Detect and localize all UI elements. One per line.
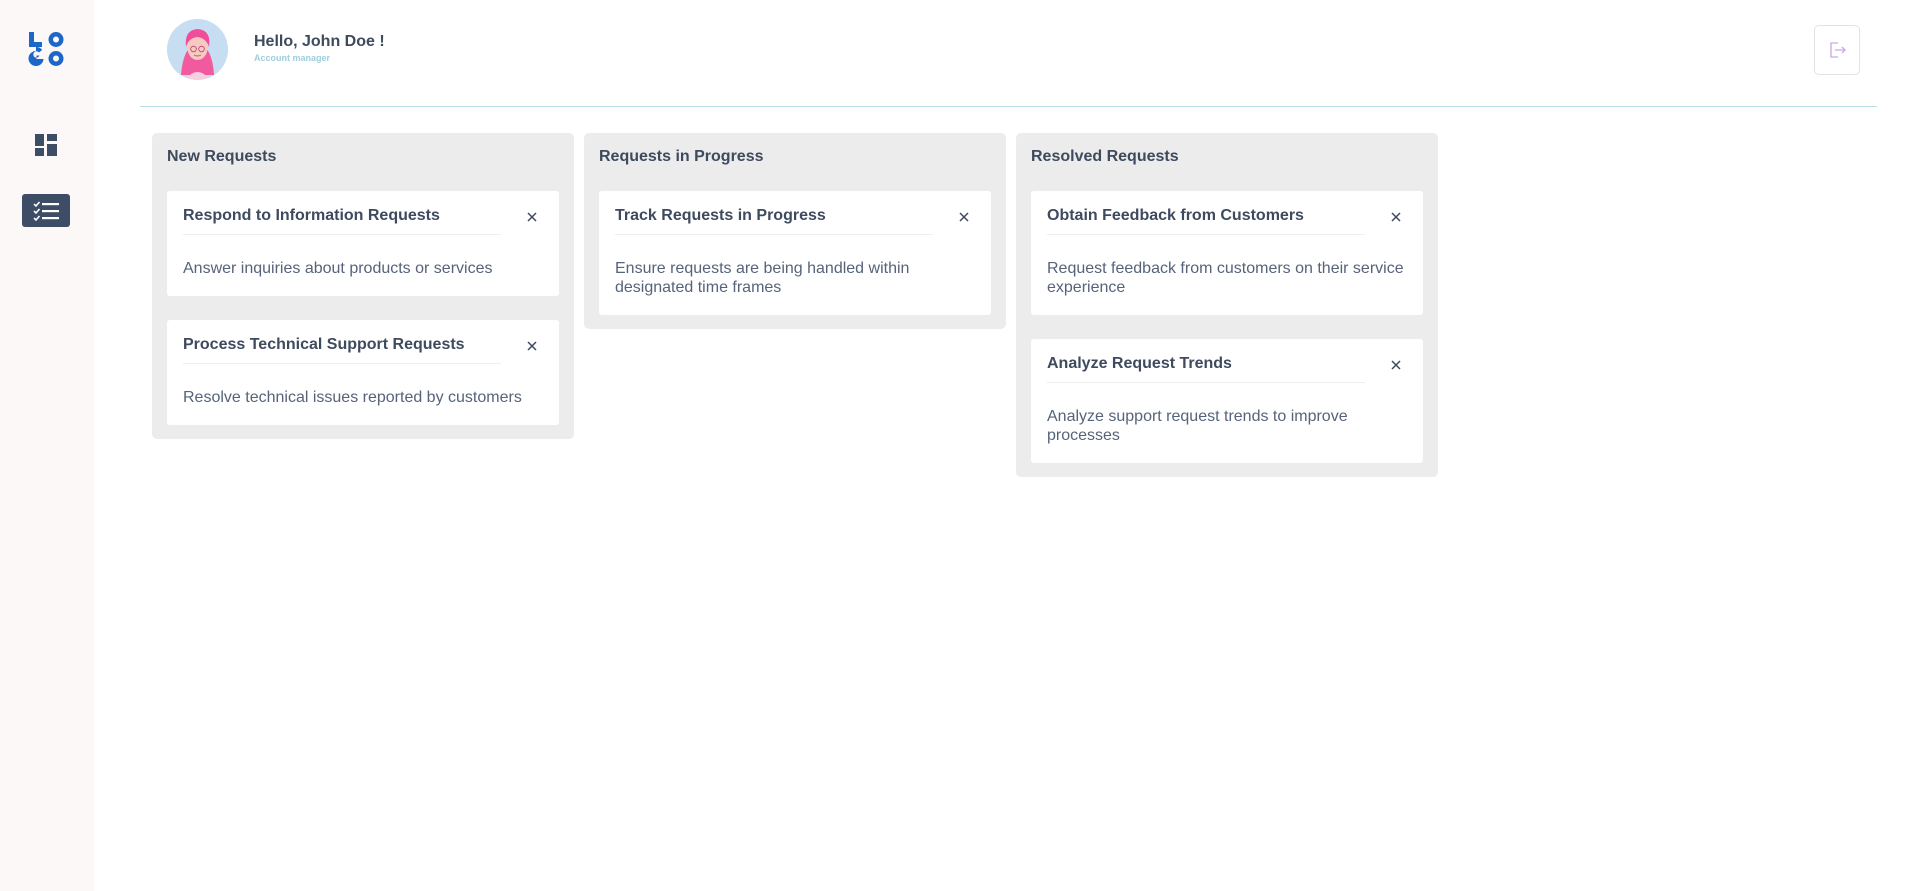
header: Hello, John Doe ! Account manager [140, 0, 1877, 107]
column-requests-in-progress: Requests in Progress Track Requests in P… [584, 133, 1006, 329]
user-role: Account manager [254, 53, 331, 63]
card-description: Ensure requests are being handled within… [615, 260, 910, 296]
card-title: Analyze Request Trends [1047, 355, 1365, 383]
avatar[interactable] [167, 19, 228, 80]
logout-button[interactable] [1814, 25, 1860, 75]
checklist-icon [33, 200, 59, 221]
nav-item-requests[interactable] [22, 194, 70, 227]
card-description: Resolve technical issues reported by cus… [183, 389, 522, 406]
column-title: Resolved Requests [1031, 148, 1179, 165]
sidebar [0, 0, 94, 891]
logout-icon [1830, 42, 1846, 58]
card-description: Request feedback from customers on their… [1047, 260, 1404, 296]
card-title: Process Technical Support Requests [183, 336, 501, 364]
request-card[interactable]: Process Technical Support Requests Resol… [167, 320, 559, 425]
close-icon[interactable] [525, 339, 539, 353]
card-description: Analyze support request trends to improv… [1047, 408, 1348, 444]
column-title: Requests in Progress [599, 148, 764, 165]
card-title: Track Requests in Progress [615, 207, 933, 235]
user-avatar-illustration [167, 19, 228, 80]
dashboard-icon[interactable] [35, 134, 57, 156]
request-card[interactable]: Respond to Information Requests Answer i… [167, 191, 559, 296]
column-new-requests: New Requests Respond to Information Requ… [152, 133, 574, 439]
column-resolved-requests: Resolved Requests Obtain Feedback from C… [1016, 133, 1438, 477]
card-title: Respond to Information Requests [183, 207, 501, 235]
close-icon[interactable] [1389, 210, 1403, 224]
column-title: New Requests [167, 148, 277, 165]
request-card[interactable]: Track Requests in Progress Ensure reques… [599, 191, 991, 315]
close-icon[interactable] [957, 210, 971, 224]
close-icon[interactable] [525, 210, 539, 224]
logo[interactable] [26, 30, 66, 68]
card-title: Obtain Feedback from Customers [1047, 207, 1365, 235]
close-icon[interactable] [1389, 358, 1403, 372]
greeting: Hello, John Doe ! [254, 33, 385, 50]
card-description: Answer inquiries about products or servi… [183, 260, 493, 277]
request-card[interactable]: Analyze Request Trends Analyze support r… [1031, 339, 1423, 463]
request-card[interactable]: Obtain Feedback from Customers Request f… [1031, 191, 1423, 315]
